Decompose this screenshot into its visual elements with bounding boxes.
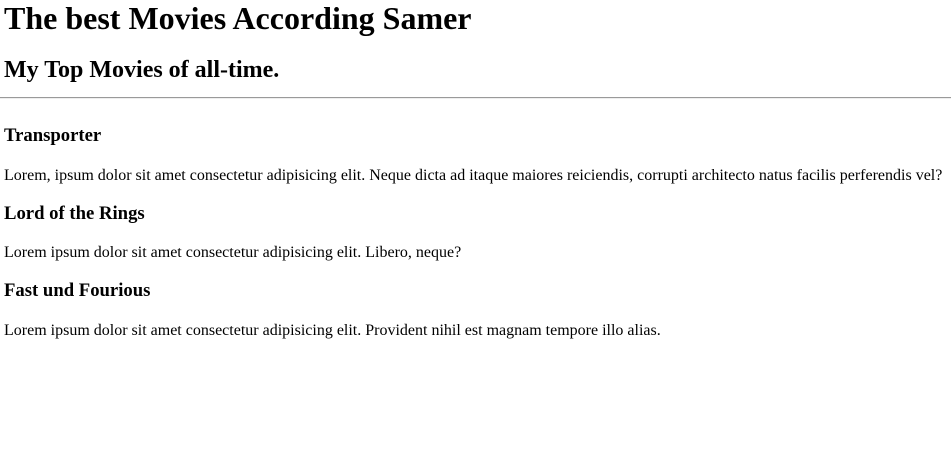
movie-title-lord-of-the-rings: Lord of the Rings — [4, 203, 145, 224]
movie-description-lord-of-the-rings: Lorem ipsum dolor sit amet consectetur a… — [4, 244, 462, 261]
movie-title-transporter: Transporter — [4, 125, 102, 146]
movie-description-transporter: Lorem, ipsum dolor sit amet consectetur … — [4, 167, 943, 184]
page-subtitle: My Top Movies of all-time. — [4, 57, 280, 83]
movie-description-fast-und-fourious: Lorem ipsum dolor sit amet consectetur a… — [4, 322, 661, 339]
movie-title-fast-und-fourious: Fast und Fourious — [4, 280, 151, 301]
divider — [0, 97, 951, 99]
page-title: The best Movies According Samer — [4, 0, 472, 36]
